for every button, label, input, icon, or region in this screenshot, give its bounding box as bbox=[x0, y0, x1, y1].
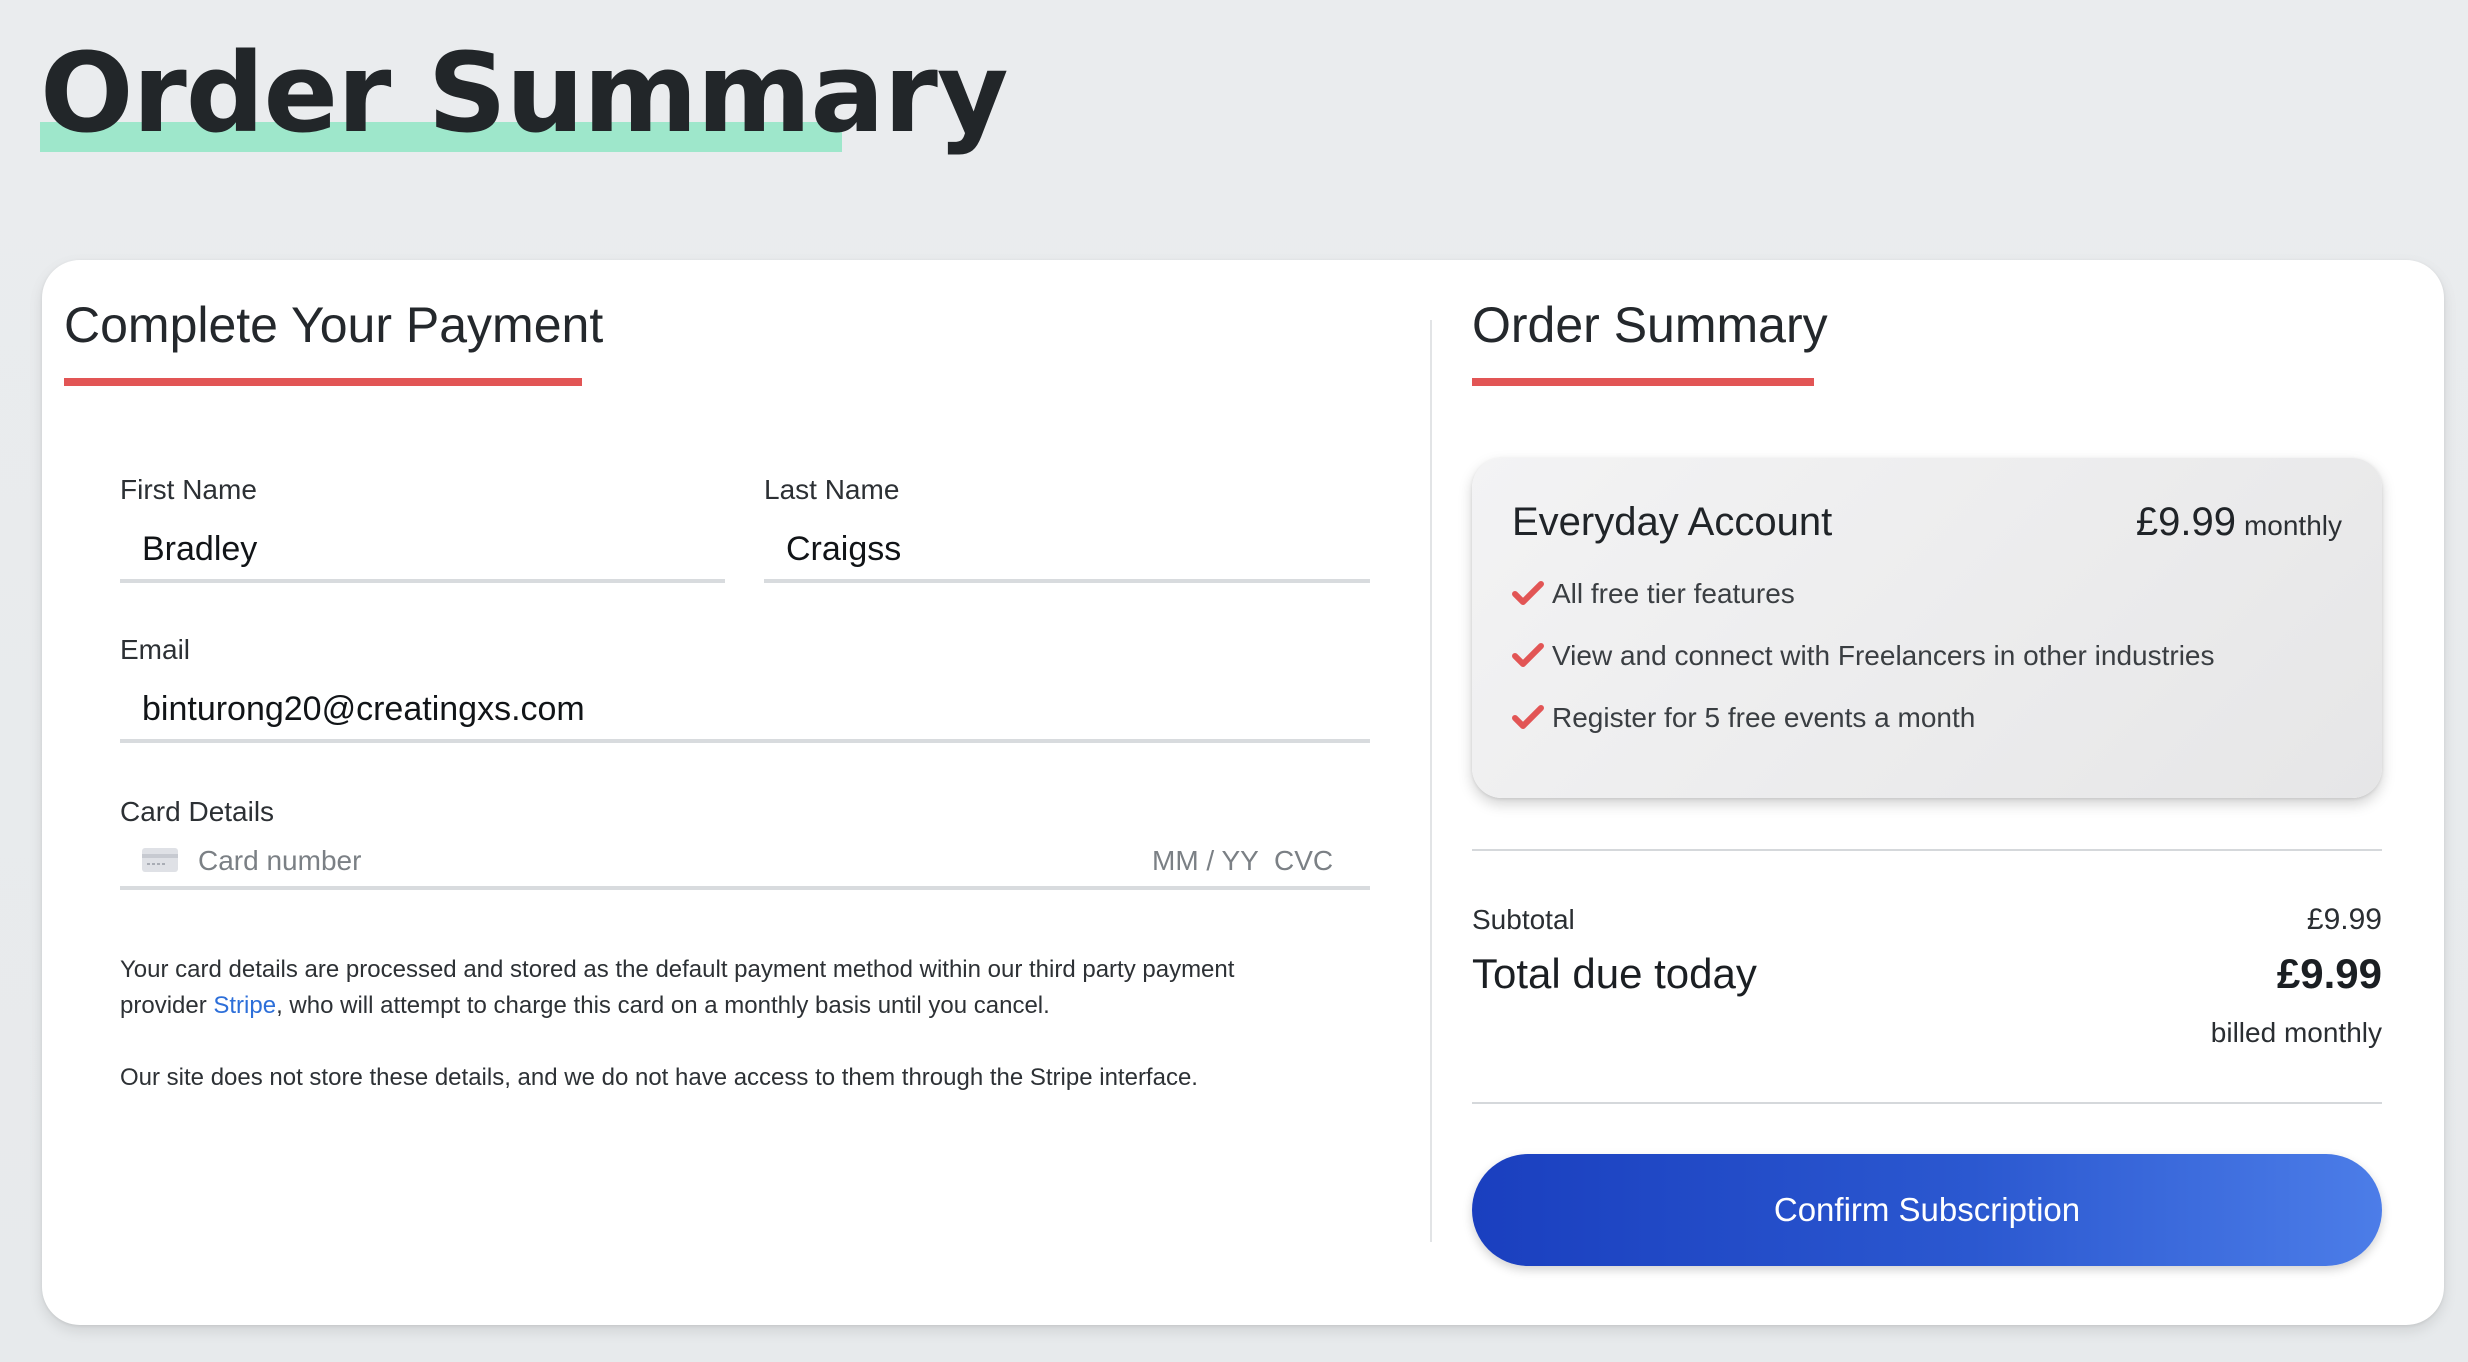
summary-title-underline bbox=[1472, 378, 1814, 386]
plan-period: monthly bbox=[2243, 510, 2342, 541]
plan-price: £9.99 monthly bbox=[2136, 500, 2342, 545]
plan-price-amount: £9.99 bbox=[2135, 500, 2236, 544]
card-expiry-input[interactable]: MM / YY bbox=[1152, 845, 1259, 877]
page-title: Order Summary bbox=[40, 29, 1009, 157]
column-divider bbox=[1430, 320, 1432, 1242]
disclaimer-text-end: , who will attempt to charge this card o… bbox=[276, 992, 1050, 1019]
billing-frequency: billed monthly bbox=[2210, 1017, 2382, 1048]
last-name-input[interactable]: Craigss bbox=[786, 530, 901, 569]
card-number-input[interactable]: Card number bbox=[198, 845, 361, 877]
payment-disclaimer: Your card details are processed and stor… bbox=[120, 952, 1300, 1024]
privacy-note: Our site does not store these details, a… bbox=[120, 1064, 1198, 1091]
summary-divider-bottom bbox=[1472, 1102, 2382, 1104]
card-details-underline bbox=[120, 886, 1370, 890]
last-name-label: Last Name bbox=[764, 474, 900, 505]
subtotal-label: Subtotal bbox=[1472, 904, 1575, 935]
plan-name: Everyday Account bbox=[1512, 500, 1833, 544]
payment-section-title: Complete Your Payment bbox=[64, 297, 604, 353]
plan-feature: View and connect with Freelancers in oth… bbox=[1512, 640, 2215, 672]
first-name-input[interactable]: Bradley bbox=[142, 530, 257, 569]
plan-feature-label: Register for 5 free events a month bbox=[1552, 702, 1976, 733]
payment-title-underline bbox=[64, 378, 582, 386]
subtotal-value: £9.99 bbox=[2306, 903, 2382, 936]
check-icon bbox=[1512, 705, 1544, 729]
plan-feature: Register for 5 free events a month bbox=[1512, 702, 1975, 734]
email-underline bbox=[120, 739, 1370, 743]
first-name-label: First Name bbox=[120, 474, 257, 505]
card-details-label: Card Details bbox=[120, 796, 275, 827]
first-name-underline bbox=[120, 579, 725, 583]
total-label: Total due today bbox=[1472, 950, 1757, 997]
plan-feature-label: All free tier features bbox=[1552, 578, 1795, 609]
email-input[interactable]: binturong20@creatingxs.com bbox=[142, 690, 585, 729]
last-name-underline bbox=[764, 579, 1370, 583]
plan-card: Everyday Account £9.99 monthly All free t… bbox=[1472, 458, 2382, 798]
plan-feature-label: View and connect with Freelancers in oth… bbox=[1552, 640, 2215, 671]
summary-divider-top bbox=[1472, 849, 2382, 851]
checkout-card: Complete Your Payment First Name Bradley… bbox=[42, 260, 2444, 1325]
confirm-subscription-button[interactable]: Confirm Subscription bbox=[1472, 1154, 2382, 1266]
plan-feature: All free tier features bbox=[1512, 578, 1795, 610]
summary-section-title: Order Summary bbox=[1472, 297, 1828, 353]
email-label: Email bbox=[120, 634, 191, 665]
card-cvc-input[interactable]: CVC bbox=[1274, 845, 1333, 877]
check-icon bbox=[1512, 643, 1544, 667]
credit-card-icon bbox=[142, 848, 178, 872]
stripe-link[interactable]: Stripe bbox=[213, 992, 276, 1019]
check-icon bbox=[1512, 581, 1544, 605]
total-value: £9.99 bbox=[2276, 950, 2382, 997]
